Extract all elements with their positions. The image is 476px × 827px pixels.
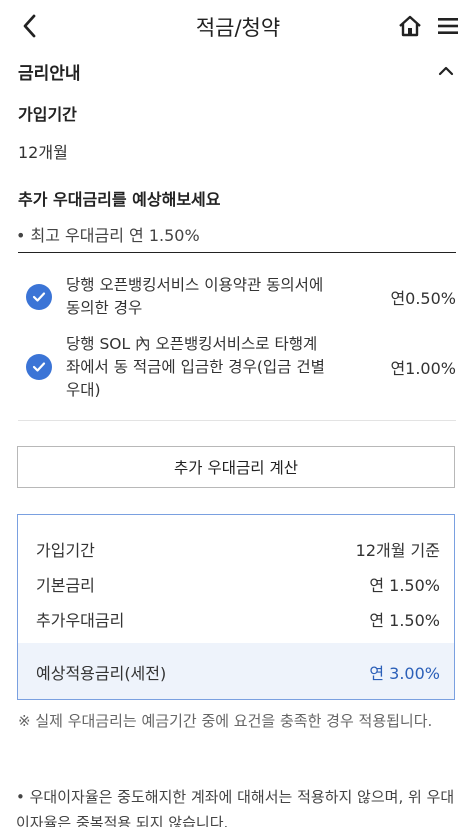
total-label: 예상적용금리(세전) [36,664,167,683]
total-rate-row: 예상적용금리(세전) 연 3.00% [36,660,440,684]
disclaimer-note: ※ 실제 우대금리는 예금기간 중에 요건을 충족한 경우 적용됩니다. [18,712,433,730]
summary-value: 연 1.50% [369,576,440,595]
chevron-up-icon[interactable] [438,65,454,77]
summary-label: 추가우대금리 [36,611,125,630]
section-title: 금리안내 [18,63,81,84]
divider [18,252,456,253]
disclaimer-note: • 우대이자율은 중도해지한 계좌에 대해서는 적용하지 않으며, 위 우대이자… [16,788,455,827]
summary-value: 연 1.50% [369,611,440,630]
back-button[interactable] [14,11,44,41]
home-icon [399,15,421,37]
max-bonus-rate: • 최고 우대금리 연 1.50% [16,226,200,245]
hamburger-menu-icon [438,18,458,34]
summary-row: 기본금리 연 1.50% [36,572,440,596]
calculate-bonus-button[interactable]: 추가 우대금리 계산 [17,446,455,488]
top-app-bar: 적금/청약 [0,0,476,54]
term-label: 가입기간 [18,105,77,124]
summary-label: 기본금리 [36,576,95,595]
rate-summary-box: 가입기간 12개월 기준 기본금리 연 1.50% 추가우대금리 연 1.50%… [17,514,455,700]
divider [18,420,456,421]
bonus-option-1[interactable]: 당행 오픈뱅킹서비스 이용약관 동의서에 동의한 경우 연0.50% [18,274,456,320]
summary-row: 추가우대금리 연 1.50% [36,607,440,631]
summary-value: 12개월 기준 [355,541,440,560]
summary-row: 가입기간 12개월 기준 [36,537,440,561]
menu-button[interactable] [436,13,460,39]
bonus-option-rate: 연0.50% [390,289,456,308]
page-title: 적금/청약 [195,16,281,40]
bonus-option-rate: 연1.00% [390,359,456,378]
check-icon [32,292,46,302]
bonus-option-text: 당행 오픈뱅킹서비스 이용약관 동의서에 동의한 경우 [66,276,324,317]
check-icon [32,362,46,372]
chevron-left-icon [23,14,36,38]
bonus-heading: 추가 우대금리를 예상해보세요 [18,190,221,209]
summary-label: 가입기간 [36,541,95,560]
checkbox-checked[interactable] [26,354,52,380]
total-value: 연 3.00% [369,664,440,683]
checkbox-checked[interactable] [26,284,52,310]
home-button[interactable] [396,11,424,41]
interest-info-section-header[interactable]: 금리안내 [18,56,458,86]
bonus-option-text: 당행 SOL 內 오픈뱅킹서비스로 타행계좌에서 동 적금에 입금한 경우(입금… [66,334,325,399]
bonus-option-2[interactable]: 당행 SOL 內 오픈뱅킹서비스로 타행계좌에서 동 적금에 입금한 경우(입금… [18,332,456,402]
term-value: 12개월 [18,143,68,162]
